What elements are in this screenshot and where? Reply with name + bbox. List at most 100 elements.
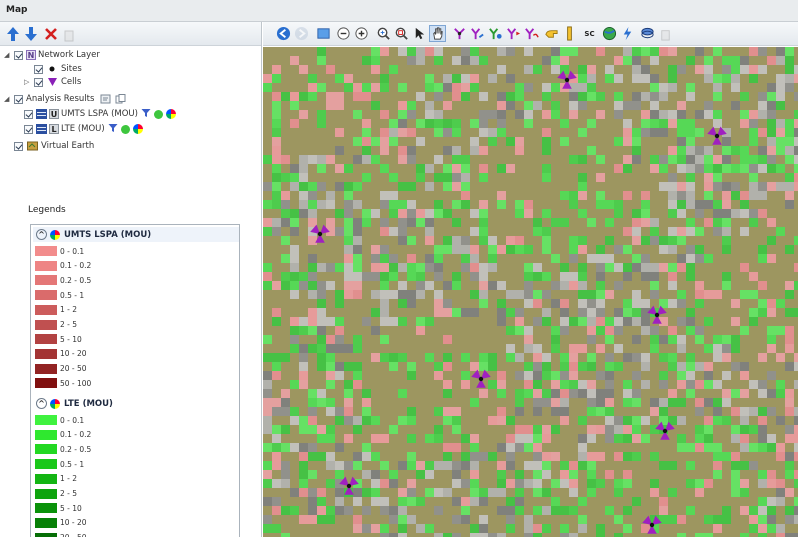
neighbor-tool-button[interactable]: [487, 25, 504, 42]
tree-item-umts[interactable]: U UMTS LSPA (MOU): [24, 107, 176, 121]
collapse-arrow-icon[interactable]: ◢: [4, 95, 11, 103]
map-surface[interactable]: [263, 47, 798, 537]
color-wheel-icon[interactable]: [165, 109, 176, 119]
collapse-icon[interactable]: ^: [36, 398, 47, 409]
full-extent-button[interactable]: [315, 25, 332, 42]
legend-swatch: [35, 517, 57, 528]
umts-legend-item: 2 - 5: [35, 319, 77, 330]
legends-title: Legends: [28, 205, 66, 215]
color-wheel-icon[interactable]: [132, 124, 143, 134]
virtual-earth-label: Virtual Earth: [41, 141, 95, 151]
legend-label: 0 - 0.1: [60, 415, 85, 425]
drive-test-button[interactable]: [505, 25, 522, 42]
antenna-icon: [454, 28, 465, 40]
measure-tool-button[interactable]: [543, 25, 560, 42]
legend-label: 20 - 50: [60, 364, 87, 374]
arrow-down-icon: [25, 27, 37, 41]
tree-item-analysis-results[interactable]: ◢ Analysis Results: [4, 92, 129, 106]
collapse-arrow-icon[interactable]: ◢: [4, 51, 11, 59]
layers-panel: ◢ N Network Layer Sites ▷ Cells ◢ Analys…: [0, 22, 262, 537]
analysis-results-checkbox[interactable]: [14, 94, 23, 104]
lte-legend-item: 0.1 - 0.2: [35, 429, 91, 440]
tree-item-cells[interactable]: ▷ Cells: [24, 75, 81, 89]
legend-label: 0.2 - 0.5: [60, 444, 92, 454]
tree-item-virtual-earth[interactable]: Virtual Earth: [14, 139, 94, 153]
move-up-button[interactable]: [4, 25, 22, 43]
sites-checkbox[interactable]: [34, 64, 43, 74]
zoom-out-icon: [337, 27, 350, 40]
legend-label: 5 - 10: [60, 503, 82, 513]
legend-label: 50 - 100: [60, 378, 92, 388]
tree-item-lte[interactable]: L LTE (MOU): [24, 122, 143, 136]
map-canvas[interactable]: [263, 47, 798, 537]
layers-button[interactable]: [639, 25, 656, 42]
interference-tool-button[interactable]: [523, 25, 540, 42]
legend-swatch: [35, 246, 57, 256]
globe-icon: [602, 26, 617, 41]
layers-toolbar: [0, 22, 261, 46]
lte-checkbox[interactable]: [24, 124, 33, 134]
funnel-icon[interactable]: [108, 123, 118, 136]
globe-button[interactable]: [601, 25, 618, 42]
virtual-earth-checkbox[interactable]: [14, 141, 23, 151]
collapse-icon[interactable]: ^: [36, 229, 47, 240]
cell-tool-button[interactable]: [469, 25, 486, 42]
legend-swatch: [35, 503, 57, 514]
zoom-out-button[interactable]: [335, 25, 352, 42]
site-tool-button[interactable]: [451, 25, 468, 42]
umts-checkbox[interactable]: [24, 109, 33, 119]
lte-badge-icon: L: [49, 124, 59, 134]
cells-checkbox[interactable]: [34, 77, 43, 87]
hand-icon: [433, 27, 443, 40]
lte-legend-item: 0.5 - 1: [35, 459, 85, 470]
umts-legend-item: 0.1 - 0.2: [35, 260, 92, 271]
lte-legend-item: 0 - 0.1: [35, 415, 84, 425]
lte-legend-header[interactable]: ^ LTE (MOU): [33, 396, 239, 411]
magnifier-box-icon: [395, 27, 408, 40]
remove-layer-button[interactable]: [42, 25, 60, 43]
tree-item-network-layer[interactable]: ◢ N Network Layer: [4, 48, 100, 62]
umts-badge-icon: U: [49, 109, 59, 119]
document-icon: [661, 30, 670, 41]
document-icon: [64, 30, 74, 42]
legend-label: 0.2 - 0.5: [60, 275, 92, 285]
ruler-tool-button[interactable]: [561, 25, 578, 42]
zoom-box-button[interactable]: [393, 25, 410, 42]
legend-swatch: [35, 378, 57, 389]
funnel-icon[interactable]: [141, 108, 151, 121]
hand-point-icon: [545, 30, 558, 38]
sc-button[interactable]: SC: [581, 25, 598, 42]
pan-tool-button[interactable]: [429, 25, 446, 42]
zoom-tool-button[interactable]: [375, 25, 392, 42]
legend-label: 2 - 5: [60, 489, 78, 498]
lightning-icon: [623, 26, 632, 41]
color-wheel-icon: [50, 398, 60, 409]
legend-label: 5 - 10: [60, 334, 82, 344]
back-button[interactable]: [275, 25, 292, 42]
legend-label: 0.1 - 0.2: [60, 261, 92, 271]
umts-legend-item: 5 - 10: [35, 334, 82, 345]
forward-button[interactable]: [293, 25, 310, 42]
layer-options-button[interactable]: [60, 25, 78, 43]
network-layer-checkbox[interactable]: [14, 50, 23, 60]
select-tool-button[interactable]: [411, 25, 428, 42]
pointer-icon: [415, 27, 425, 40]
close-icon: [45, 28, 57, 40]
expand-arrow-icon[interactable]: ▷: [24, 78, 31, 86]
zoom-in-button[interactable]: [353, 25, 370, 42]
lte-legend-item: 2 - 5: [35, 488, 78, 499]
umts-legend-item: 0.5 - 1: [35, 290, 84, 301]
tree-item-sites[interactable]: Sites: [34, 62, 82, 76]
refresh-button[interactable]: [619, 25, 636, 42]
back-arrow-icon: [276, 26, 291, 41]
umts-legend-header[interactable]: ^ UMTS LSPA (MOU): [33, 227, 239, 242]
move-down-button[interactable]: [22, 25, 40, 43]
more-tools-button[interactable]: [657, 25, 674, 42]
legend-swatch: [35, 319, 57, 330]
legend-swatch: [35, 304, 57, 315]
ruler-icon: [567, 26, 572, 41]
copy-icon[interactable]: [114, 94, 126, 105]
filter-options-icon[interactable]: [99, 94, 111, 105]
legend-label: 0.5 - 1: [60, 459, 85, 469]
umts-legend-title: UMTS LSPA (MOU): [64, 229, 152, 240]
